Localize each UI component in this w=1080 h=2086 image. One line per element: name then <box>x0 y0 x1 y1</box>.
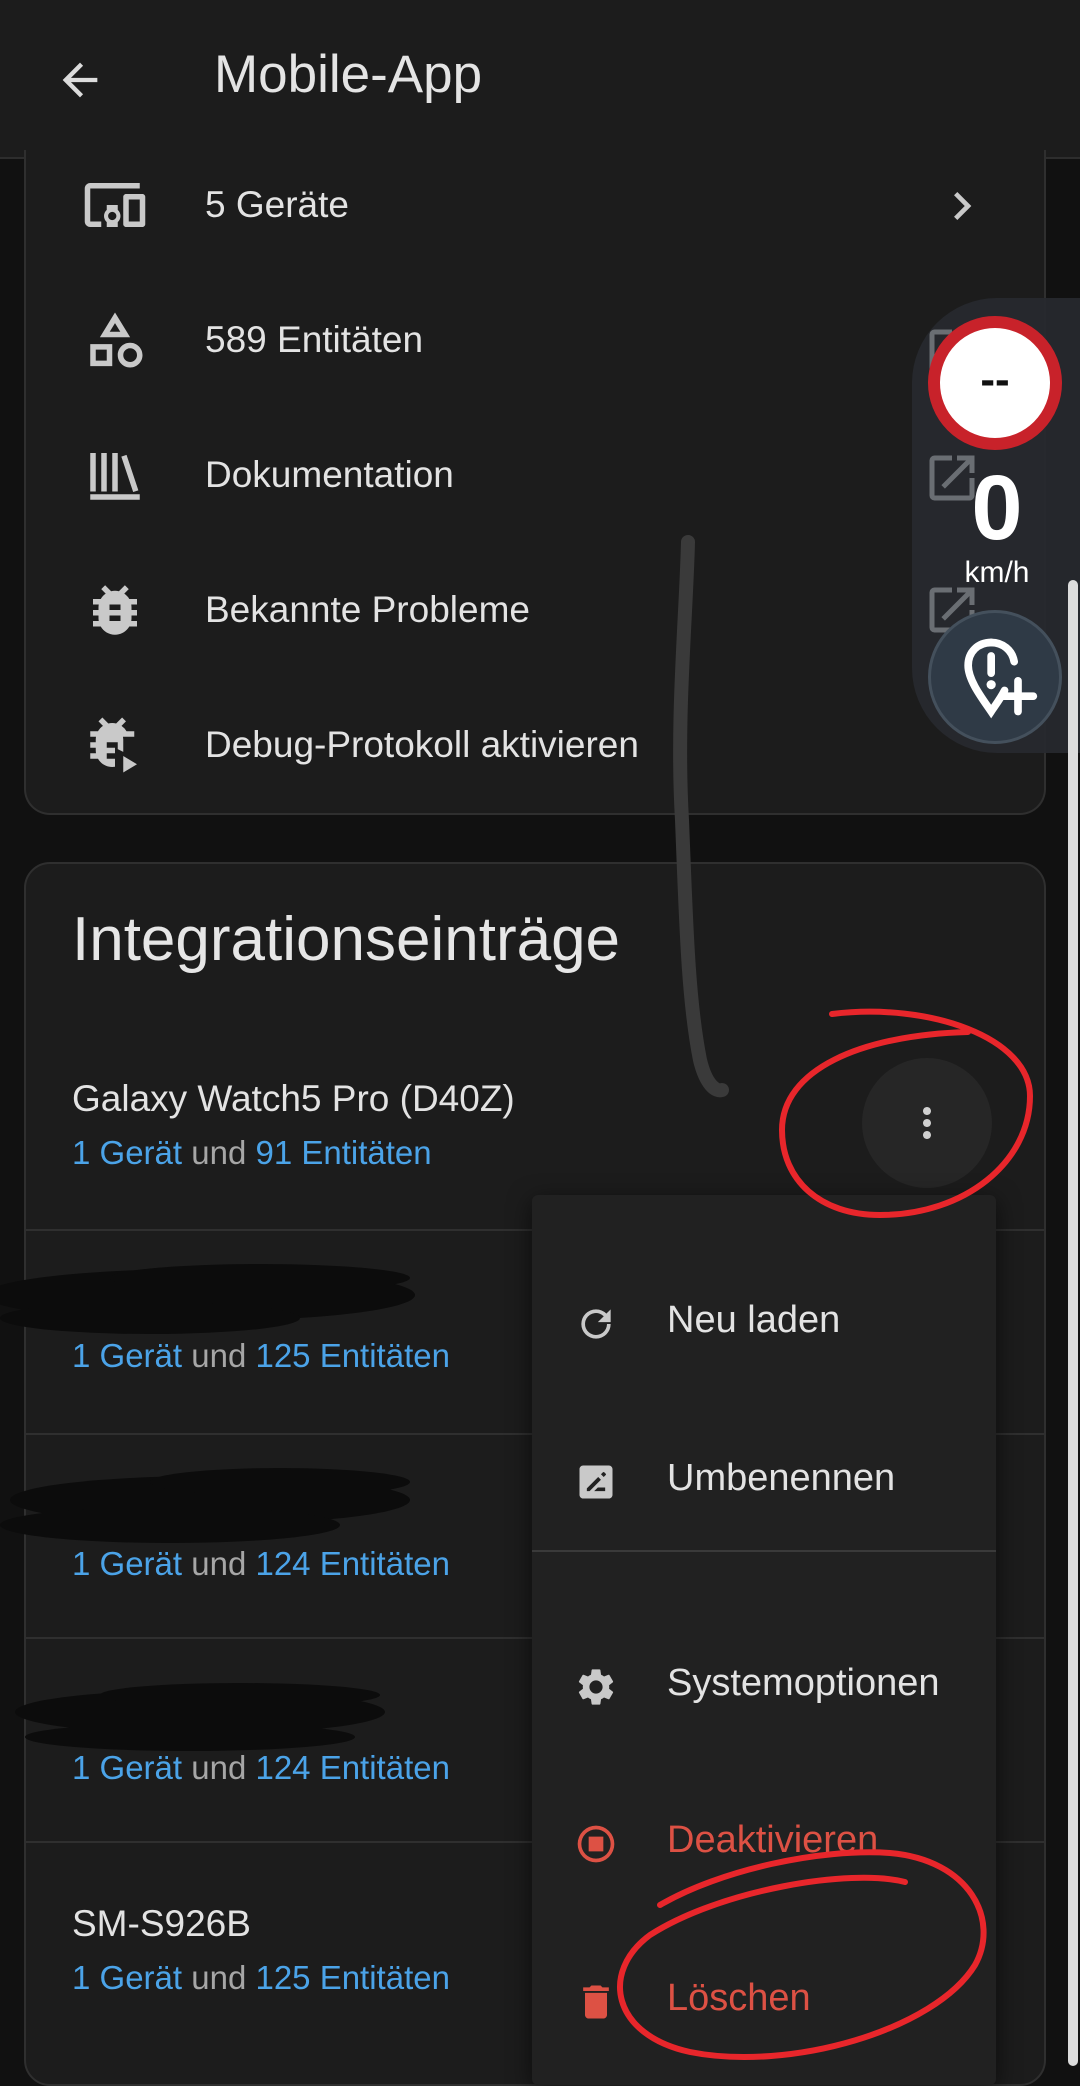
speed-unit: km/h <box>964 556 1030 589</box>
entities-link[interactable]: 125 Entitäten <box>255 1959 450 1996</box>
menu-item-reload[interactable]: Neu laden <box>532 1257 996 1387</box>
menu-item-label: Umbenennen <box>667 1457 896 1499</box>
entry-meta: 1 Gerät und 91 Entitäten <box>72 1134 432 1171</box>
documentation-row[interactable]: Dokumentation <box>24 410 1042 544</box>
entry-meta: 1 Gerät und 124 Entitäten <box>72 1545 450 1582</box>
menu-item-label: Systemoptionen <box>667 1662 940 1704</box>
speed-limit-sign: -- <box>928 316 1062 450</box>
menu-item-rename[interactable]: Umbenennen <box>532 1415 996 1545</box>
devices-link[interactable]: 1 Gerät <box>72 1134 182 1171</box>
devices-label: 5 Geräte <box>205 184 349 225</box>
entities-label: 589 Entitäten <box>205 319 424 360</box>
menu-item-disable[interactable]: Deaktivieren <box>532 1777 996 1907</box>
entities-row[interactable]: 589 Entitäten <box>24 275 1042 409</box>
menu-item-delete[interactable]: Löschen <box>532 1935 996 2065</box>
menu-item-label: Deaktivieren <box>667 1819 879 1861</box>
entities-link[interactable]: 124 Entitäten <box>255 1749 450 1786</box>
current-speed: 0 <box>971 457 1023 559</box>
entities-link[interactable]: 125 Entitäten <box>255 1337 450 1374</box>
debug-log-row[interactable]: Debug-Protokoll aktivieren <box>24 680 1042 814</box>
library-icon <box>82 442 148 513</box>
bug-icon <box>82 577 148 648</box>
overflow-menu-button[interactable] <box>862 1058 992 1188</box>
devices-link[interactable]: 1 Gerät <box>72 1959 182 1996</box>
chevron-right-icon <box>934 178 990 239</box>
arrow-left-icon <box>62 62 98 98</box>
entry-name: Galaxy Watch5 Pro (D40Z) <box>72 1078 515 1119</box>
trash-icon <box>574 1980 618 2024</box>
context-menu: Neu laden Umbenennen Systemoptionen Deak… <box>532 1195 996 2085</box>
devices-link[interactable]: 1 Gerät <box>72 1337 182 1374</box>
menu-item-label: Löschen <box>667 1977 811 2019</box>
entry-meta: 1 Gerät und 125 Entitäten <box>72 1959 450 1996</box>
menu-item-label: Neu laden <box>667 1299 841 1341</box>
devices-link[interactable]: 1 Gerät <box>72 1545 182 1582</box>
menu-divider <box>532 1550 996 1552</box>
entry-meta: 1 Gerät und 124 Entitäten <box>72 1749 450 1786</box>
devices-row[interactable]: 5 Geräte <box>24 140 1042 274</box>
known-issues-row[interactable]: Bekannte Probleme <box>24 545 1042 679</box>
speed-limit-value: -- <box>980 355 1010 404</box>
known-issues-label: Bekannte Probleme <box>205 589 530 630</box>
shapes-icon <box>82 307 148 378</box>
documentation-label: Dokumentation <box>205 454 454 495</box>
stop-circle-icon <box>574 1822 618 1866</box>
section-title: Integrationseinträge <box>72 905 621 974</box>
report-hazard-button[interactable] <box>928 610 1062 744</box>
entities-link[interactable]: 124 Entitäten <box>255 1545 450 1582</box>
menu-item-system-options[interactable]: Systemoptionen <box>532 1620 996 1750</box>
page-title: Mobile-App <box>214 45 483 104</box>
bug-play-icon <box>82 712 148 783</box>
scrollbar[interactable] <box>1068 580 1078 2066</box>
entities-link[interactable]: 91 Entitäten <box>255 1134 431 1171</box>
devices-icon <box>82 172 148 243</box>
entry-name: SM-S926B <box>72 1903 251 1944</box>
more-vert-icon <box>923 1107 931 1139</box>
rename-icon <box>574 1460 618 1504</box>
back-button[interactable] <box>40 40 120 120</box>
report-alert-icon <box>964 638 1038 719</box>
gear-icon <box>574 1665 618 1709</box>
devices-link[interactable]: 1 Gerät <box>72 1749 182 1786</box>
debug-log-label: Debug-Protokoll aktivieren <box>205 724 639 765</box>
entry-meta: 1 Gerät und 125 Entitäten <box>72 1337 450 1374</box>
app-bar <box>0 0 1080 159</box>
reload-icon <box>574 1302 618 1346</box>
